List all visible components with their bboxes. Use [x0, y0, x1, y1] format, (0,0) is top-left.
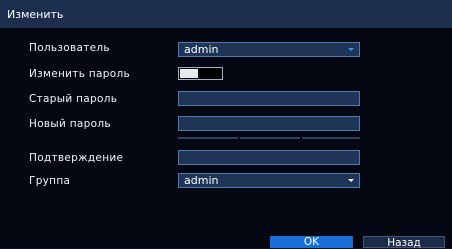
group-label: Группа — [29, 175, 71, 187]
confirm-password-field[interactable] — [178, 150, 360, 165]
password-strength-segment — [302, 137, 360, 139]
confirm-label: Подтверждение — [29, 152, 124, 164]
new-password-field[interactable] — [178, 116, 360, 131]
dialog-title: Изменить — [7, 8, 64, 21]
old-password-label: Старый пароль — [29, 93, 118, 105]
change-password-label: Изменить пароль — [29, 68, 130, 80]
user-select[interactable]: admin — [178, 42, 360, 57]
dialog-titlebar: Изменить — [0, 0, 452, 28]
password-strength-segment — [178, 137, 238, 139]
group-select[interactable]: admin — [178, 173, 360, 188]
chevron-down-icon — [348, 179, 354, 182]
old-password-field[interactable] — [178, 91, 360, 106]
chevron-down-icon — [348, 48, 354, 51]
user-label: Пользователь — [29, 42, 110, 54]
toggle-knob — [180, 69, 198, 78]
edit-user-dialog: Изменить Пользователь admin Изменить пар… — [0, 0, 452, 249]
password-strength-segment — [240, 137, 300, 139]
ok-button[interactable]: OK — [270, 236, 353, 248]
back-button[interactable]: Назад — [363, 236, 445, 249]
new-password-label: Новый пароль — [29, 118, 111, 130]
user-select-value: admin — [184, 43, 219, 56]
group-select-value: admin — [184, 174, 219, 187]
change-password-toggle[interactable] — [178, 67, 223, 80]
